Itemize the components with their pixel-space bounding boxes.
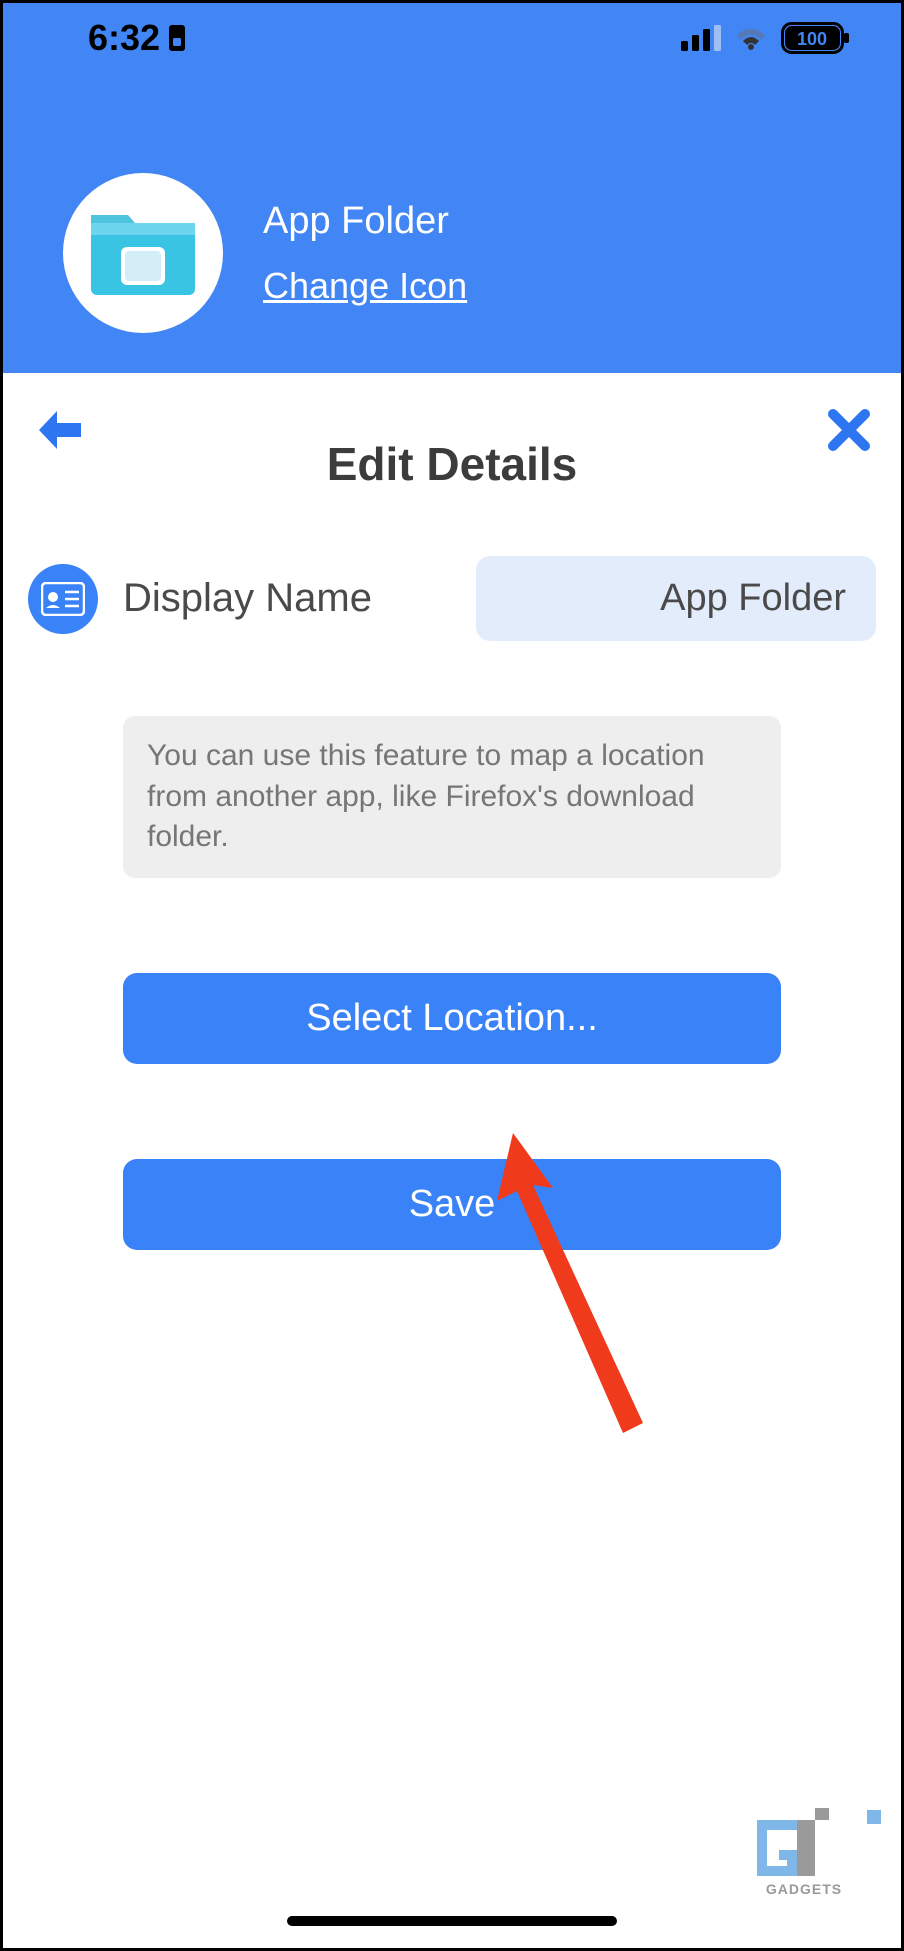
display-name-input[interactable] [476, 556, 876, 641]
select-location-button[interactable]: Select Location... [123, 973, 781, 1064]
portrait-lock-icon [168, 24, 186, 52]
page-title: Edit Details [3, 437, 901, 491]
status-bar: 6:32 100 [3, 3, 901, 73]
cellular-signal-icon [681, 25, 721, 51]
display-name-label: Display Name [123, 576, 451, 621]
watermark-logo-icon: GADGETS [749, 1808, 859, 1898]
watermark-dot-icon [865, 1808, 883, 1826]
page-title-row: Edit Details [3, 437, 901, 541]
display-name-row: Display Name [3, 541, 901, 656]
folder-icon-circle[interactable] [63, 173, 223, 333]
wifi-icon [733, 25, 769, 51]
battery-icon: 100 [781, 22, 851, 54]
back-arrow-icon[interactable] [33, 403, 87, 457]
svg-text:GADGETS: GADGETS [766, 1881, 842, 1897]
time-text: 6:32 [88, 17, 160, 59]
info-text: You can use this feature to map a locati… [123, 716, 781, 878]
status-time: 6:32 [88, 17, 186, 59]
change-icon-link[interactable]: Change Icon [263, 265, 467, 307]
save-button[interactable]: Save [123, 1159, 781, 1250]
svg-text:100: 100 [797, 29, 827, 49]
home-indicator [287, 1916, 617, 1926]
watermark: GADGETS [749, 1808, 883, 1898]
close-icon[interactable] [827, 408, 871, 452]
folder-icon [83, 203, 203, 303]
id-card-icon [41, 582, 85, 616]
status-right: 100 [681, 22, 851, 54]
id-card-icon-circle [28, 564, 98, 634]
folder-title: App Folder [263, 200, 467, 243]
folder-header: App Folder Change Icon [3, 73, 901, 373]
